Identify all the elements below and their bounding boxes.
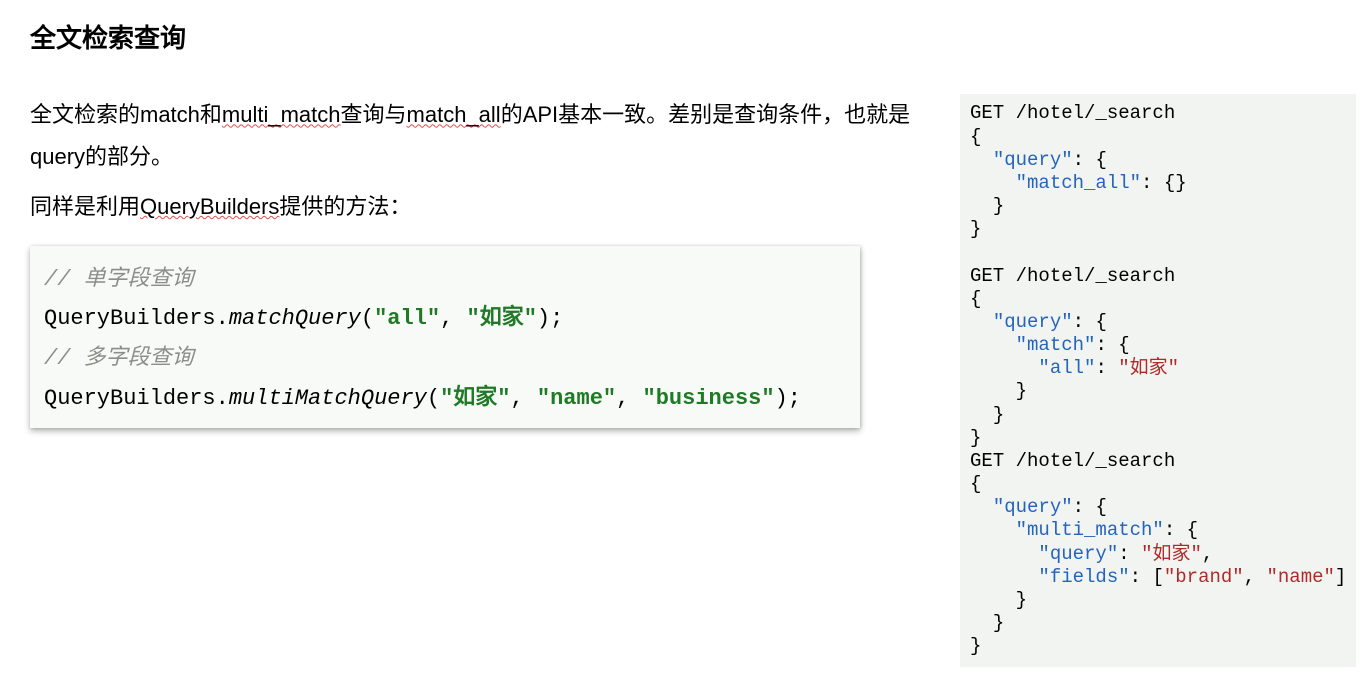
json-key: "multi_match" <box>1016 519 1164 541</box>
code-paren: ( <box>427 386 440 411</box>
code-comma: , <box>440 306 466 331</box>
request-line: GET /hotel/_search <box>970 102 1175 124</box>
colon: : <box>1118 543 1141 565</box>
text: 同样是利用 <box>30 194 140 219</box>
brace: { <box>970 126 981 148</box>
indent <box>970 380 1016 402</box>
json-string: "name" <box>1267 566 1335 588</box>
text: 提供的方法： <box>279 194 411 219</box>
brace: { <box>1095 311 1106 333</box>
colon: : <box>1095 357 1118 379</box>
code-method: matchQuery <box>229 306 361 331</box>
json-key: "query" <box>993 149 1073 171</box>
indent <box>970 357 1038 379</box>
spellcheck-underline: QueryBuilders <box>140 194 279 219</box>
brace: { <box>970 473 981 495</box>
code-string: "all" <box>374 306 440 331</box>
spellcheck-underline: multi_match <box>222 102 341 127</box>
indent <box>970 589 1016 611</box>
json-key: "fields" <box>1038 566 1129 588</box>
brace: { <box>970 288 981 310</box>
request-line: GET /hotel/_search <box>970 450 1175 472</box>
code-paren: ); <box>775 386 801 411</box>
indent <box>970 543 1038 565</box>
bracket: ] <box>1335 566 1346 588</box>
code-text: QueryBuilders. <box>44 306 229 331</box>
brace: { <box>1187 519 1198 541</box>
colon: : <box>1164 519 1187 541</box>
colon: : <box>1073 149 1096 171</box>
json-key: "match" <box>1016 334 1096 356</box>
empty-object: {} <box>1164 172 1187 194</box>
colon: : <box>1130 566 1153 588</box>
request-line: GET /hotel/_search <box>970 265 1175 287</box>
json-string: "如家" <box>1118 357 1179 379</box>
brace: } <box>1016 589 1027 611</box>
brace: } <box>970 427 981 449</box>
indent <box>970 172 1016 194</box>
brace: } <box>993 195 1004 217</box>
json-key: "match_all" <box>1016 172 1141 194</box>
left-column: 全文检索的match和multi_match查询与match_all的API基本… <box>30 94 930 428</box>
bracket: [ <box>1152 566 1163 588</box>
indent <box>970 519 1016 541</box>
paragraph-2: 同样是利用QueryBuilders提供的方法： <box>30 186 930 228</box>
code-comma: , <box>616 386 642 411</box>
json-string: "如家" <box>1141 543 1202 565</box>
code-string: "如家" <box>440 386 510 411</box>
json-key: "query" <box>1038 543 1118 565</box>
spellcheck-underline: match_all <box>407 102 501 127</box>
code-method: multiMatchQuery <box>229 386 427 411</box>
brace: { <box>1118 334 1129 356</box>
colon: : <box>1073 496 1096 518</box>
code-paren: ); <box>537 306 563 331</box>
colon: : <box>1073 311 1096 333</box>
json-key: "query" <box>993 311 1073 333</box>
code-paren: ( <box>361 306 374 331</box>
comma: , <box>1244 566 1255 588</box>
indent <box>970 311 993 333</box>
code-comma: , <box>511 386 537 411</box>
brace: } <box>1016 380 1027 402</box>
json-key: "query" <box>993 496 1073 518</box>
indent <box>970 334 1016 356</box>
code-string: "name" <box>537 386 616 411</box>
colon: : <box>1095 334 1118 356</box>
json-key: "all" <box>1038 357 1095 379</box>
code-string: "如家" <box>467 306 537 331</box>
indent <box>970 149 993 171</box>
indent <box>970 496 993 518</box>
page-title: 全文检索查询 <box>30 20 1337 56</box>
text: 查询与 <box>341 102 407 127</box>
code-comment: // 单字段查询 <box>44 267 194 292</box>
code-text: QueryBuilders. <box>44 386 229 411</box>
two-column-layout: 全文检索的match和multi_match查询与match_all的API基本… <box>30 94 1337 666</box>
paragraph-1: 全文检索的match和multi_match查询与match_all的API基本… <box>30 94 930 178</box>
json-string: "brand" <box>1164 566 1244 588</box>
brace: } <box>993 612 1004 634</box>
brace: { <box>1095 496 1106 518</box>
es-request-block: GET /hotel/_search { "query": { "match_a… <box>960 94 1356 666</box>
java-code-block: // 单字段查询 QueryBuilders.matchQuery("all",… <box>30 246 860 428</box>
brace: { <box>1095 149 1106 171</box>
brace: } <box>970 218 981 240</box>
indent <box>970 566 1038 588</box>
code-string: "business" <box>643 386 775 411</box>
comma: , <box>1202 543 1213 565</box>
indent <box>970 195 993 217</box>
code-comment: // 多字段查询 <box>44 346 194 371</box>
indent <box>970 612 993 634</box>
brace: } <box>993 404 1004 426</box>
text: 全文检索的match和 <box>30 102 222 127</box>
brace: } <box>970 635 981 657</box>
colon: : <box>1141 172 1164 194</box>
right-column: GET /hotel/_search { "query": { "match_a… <box>960 94 1356 666</box>
indent <box>970 404 993 426</box>
